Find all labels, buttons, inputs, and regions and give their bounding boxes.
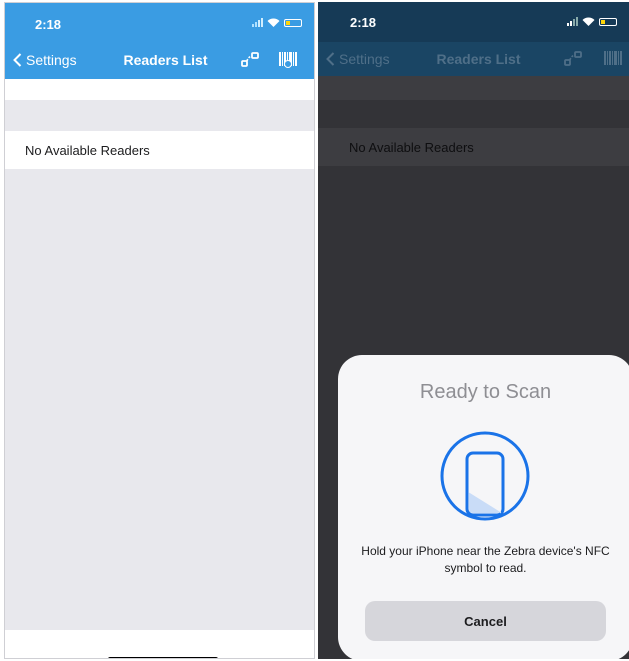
barcode-scan-icon[interactable] <box>602 49 624 69</box>
link-devices-icon[interactable] <box>562 49 584 69</box>
home-indicator[interactable] <box>108 657 218 658</box>
wifi-icon <box>582 17 595 26</box>
section-gap <box>5 100 314 131</box>
sheet-title: Ready to Scan <box>419 381 552 403</box>
page-title: Readers List <box>123 52 208 68</box>
status-time: 2:18 <box>35 17 62 32</box>
nfc-scan-sheet: Ready to Scan Hold your iPhone near the … <box>338 355 629 659</box>
wifi-icon <box>267 18 280 27</box>
link-devices-icon[interactable] <box>239 50 261 70</box>
section-header-spacer <box>5 79 314 100</box>
sheet-message: Hold your iPhone near the Zebra device's… <box>361 544 610 575</box>
empty-readers-label: No Available Readers <box>25 143 150 158</box>
battery-icon <box>284 18 302 27</box>
signal-icon <box>252 18 263 27</box>
signal-icon <box>567 17 578 26</box>
empty-readers-label: No Available Readers <box>349 140 474 155</box>
section-header-spacer <box>318 76 629 100</box>
left-screen: 2:18 Settings Readers List No Available … <box>4 2 315 659</box>
list-item[interactable]: No Available Readers <box>318 128 629 166</box>
navbar: Settings Readers List <box>318 42 629 76</box>
right-screen: 2:18 Settings Readers List No Available … <box>318 2 629 659</box>
phone-scan-icon <box>440 431 530 521</box>
status-time: 2:18 <box>350 15 377 30</box>
status-icons <box>567 17 617 26</box>
navbar: Settings Readers List <box>5 43 314 79</box>
barcode-scan-icon[interactable] <box>277 50 299 70</box>
battery-icon <box>599 17 617 26</box>
cancel-button[interactable]: Cancel <box>365 601 606 641</box>
status-bar: 2:18 <box>318 2 629 42</box>
status-bar: 2:18 <box>5 3 314 43</box>
status-icons <box>252 18 302 27</box>
section-gap <box>318 100 629 128</box>
bottom-bar <box>5 630 314 658</box>
list-item[interactable]: No Available Readers <box>5 131 314 169</box>
